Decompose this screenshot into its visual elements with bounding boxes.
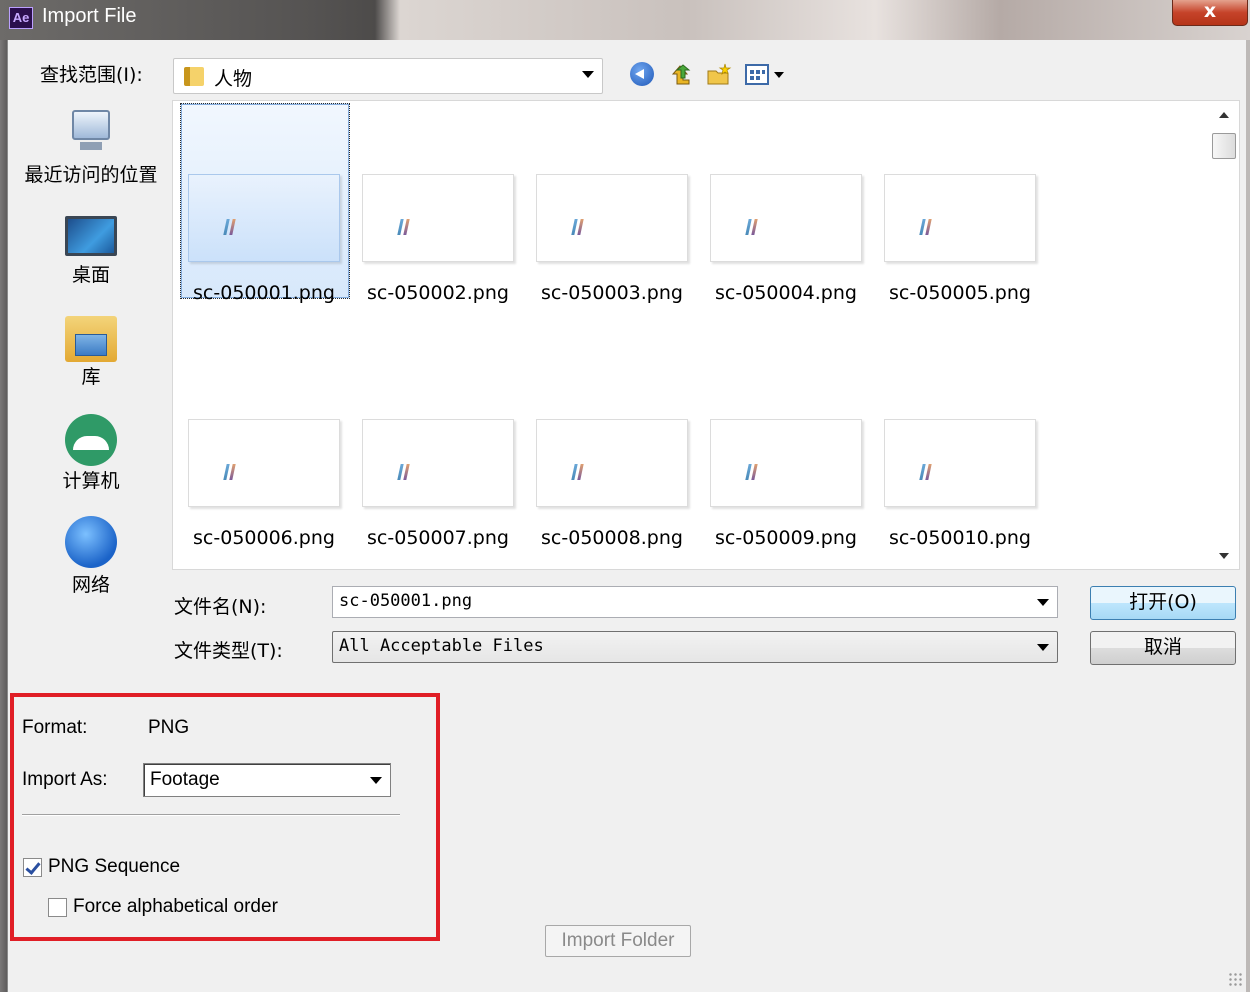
title-bar: Ae Import File x	[0, 0, 1250, 40]
file-name: sc-050010.png	[889, 527, 1031, 549]
import-folder-button[interactable]: Import Folder	[545, 925, 691, 957]
open-button[interactable]: 打开(O)	[1090, 586, 1236, 620]
place-label: 桌面	[71, 264, 110, 286]
folder-icon	[184, 67, 204, 86]
png-thumbnail-icon	[362, 174, 514, 262]
png-thumbnail-icon	[710, 419, 862, 507]
png-thumbnail-icon	[536, 174, 688, 262]
png-thumbnail-icon	[188, 419, 340, 507]
file-item[interactable]: sc-050006.png	[180, 419, 348, 549]
png-sequence-label[interactable]: PNG Sequence	[48, 856, 180, 878]
filename-input[interactable]: sc-050001.png	[332, 586, 1058, 618]
scroll-down-icon[interactable]	[1219, 553, 1229, 559]
file-name: sc-050005.png	[889, 282, 1031, 304]
scroll-up-icon[interactable]	[1219, 112, 1229, 118]
libraries-icon	[65, 316, 117, 362]
file-item[interactable]: sc-050005.png	[876, 174, 1044, 304]
chevron-down-icon[interactable]	[370, 777, 382, 784]
network-icon	[65, 516, 117, 568]
format-label: Format:	[22, 717, 88, 738]
png-thumbnail-icon	[536, 419, 688, 507]
new-folder-icon[interactable]	[706, 62, 732, 88]
chevron-down-icon[interactable]	[582, 71, 594, 78]
scroll-thumb[interactable]	[1212, 133, 1236, 159]
lookin-value: 人物	[214, 68, 253, 90]
png-sequence-checkbox[interactable]	[23, 858, 42, 877]
file-name: sc-050006.png	[193, 527, 335, 549]
file-name: sc-050004.png	[715, 282, 857, 304]
recent-places-icon	[66, 106, 116, 156]
window-title: Import File	[42, 5, 137, 27]
place-label: 计算机	[62, 470, 120, 492]
png-thumbnail-icon	[884, 419, 1036, 507]
close-button[interactable]: x	[1172, 0, 1248, 26]
file-name: sc-050001.png	[193, 282, 335, 304]
file-name: sc-050008.png	[541, 527, 683, 549]
lookin-label: 查找范围(I):	[40, 64, 143, 86]
separator	[22, 814, 400, 816]
file-name: sc-050007.png	[367, 527, 509, 549]
force-alphabetical-checkbox[interactable]	[48, 898, 67, 917]
filetype-dropdown[interactable]: All Acceptable Files	[332, 631, 1058, 663]
filename-value[interactable]: sc-050001.png	[339, 591, 472, 611]
chevron-down-icon[interactable]	[1037, 644, 1049, 651]
file-item[interactable]: sc-050008.png	[528, 419, 696, 549]
lookin-dropdown[interactable]: 人物	[173, 58, 603, 94]
resize-grip-icon[interactable]	[1228, 972, 1244, 988]
file-item[interactable]: sc-050009.png	[702, 419, 870, 549]
window-frame-right	[1246, 40, 1250, 992]
file-name: sc-050009.png	[715, 527, 857, 549]
png-thumbnail-icon	[710, 174, 862, 262]
chevron-down-icon[interactable]	[1037, 599, 1049, 606]
png-thumbnail-icon	[884, 174, 1036, 262]
file-item[interactable]: sc-050007.png	[354, 419, 522, 549]
place-label: 库	[81, 366, 101, 388]
place-libraries[interactable]: 库	[10, 316, 172, 389]
import-as-label: Import As:	[22, 769, 108, 790]
place-desktop[interactable]: 桌面	[10, 204, 172, 287]
place-label: 网络	[71, 574, 110, 596]
place-computer[interactable]: 计算机	[10, 414, 172, 493]
png-thumbnail-icon	[362, 419, 514, 507]
filetype-label: 文件类型(T):	[174, 640, 283, 662]
file-item[interactable]: sc-050004.png	[702, 174, 870, 304]
filename-label: 文件名(N):	[174, 596, 267, 618]
vertical-scrollbar[interactable]	[1210, 102, 1238, 568]
format-value: PNG	[148, 717, 190, 738]
file-item[interactable]: sc-050003.png	[528, 174, 696, 304]
file-name: sc-050002.png	[367, 282, 509, 304]
computer-icon	[65, 414, 117, 466]
place-network[interactable]: 网络	[10, 516, 172, 597]
file-item[interactable]: sc-050001.png	[180, 174, 348, 304]
back-icon[interactable]	[630, 62, 656, 88]
place-label: 最近访问的位置	[24, 164, 158, 186]
after-effects-icon: Ae	[9, 7, 33, 29]
png-thumbnail-icon	[188, 174, 340, 262]
file-name: sc-050003.png	[541, 282, 683, 304]
import-as-dropdown[interactable]: Footage	[143, 763, 391, 797]
force-alphabetical-label[interactable]: Force alphabetical order	[73, 896, 278, 918]
filetype-value: All Acceptable Files	[339, 636, 544, 656]
import-as-value: Footage	[150, 769, 220, 790]
cancel-button[interactable]: 取消	[1090, 631, 1236, 665]
up-folder-icon[interactable]	[667, 62, 693, 88]
file-item[interactable]: sc-050002.png	[354, 174, 522, 304]
place-recent[interactable]: 最近访问的位置	[10, 106, 172, 187]
view-menu-icon[interactable]	[745, 62, 784, 88]
desktop-icon	[65, 216, 117, 256]
file-item[interactable]: sc-050010.png	[876, 419, 1044, 549]
